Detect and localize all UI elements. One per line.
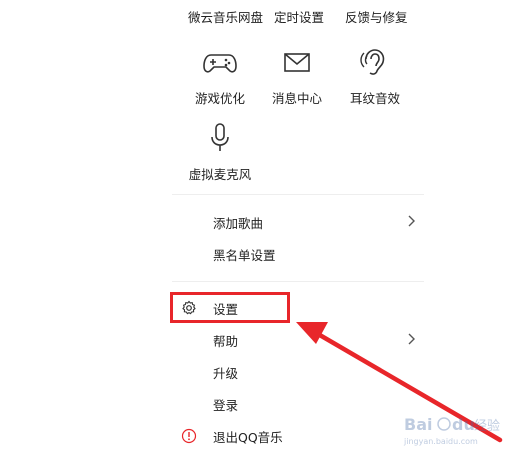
baidu-watermark: Bai du 经验 jingyan.baidu.com — [400, 408, 520, 448]
baidu-logo-icon: Bai du 经验 jingyan.baidu.com — [403, 415, 500, 446]
annotation-arrow — [296, 322, 503, 443]
svg-text:Bai: Bai — [404, 415, 432, 434]
svg-text:jingyan.baidu.com: jingyan.baidu.com — [403, 437, 478, 446]
svg-text:经验: 经验 — [474, 418, 500, 434]
svg-text:du: du — [452, 415, 475, 434]
